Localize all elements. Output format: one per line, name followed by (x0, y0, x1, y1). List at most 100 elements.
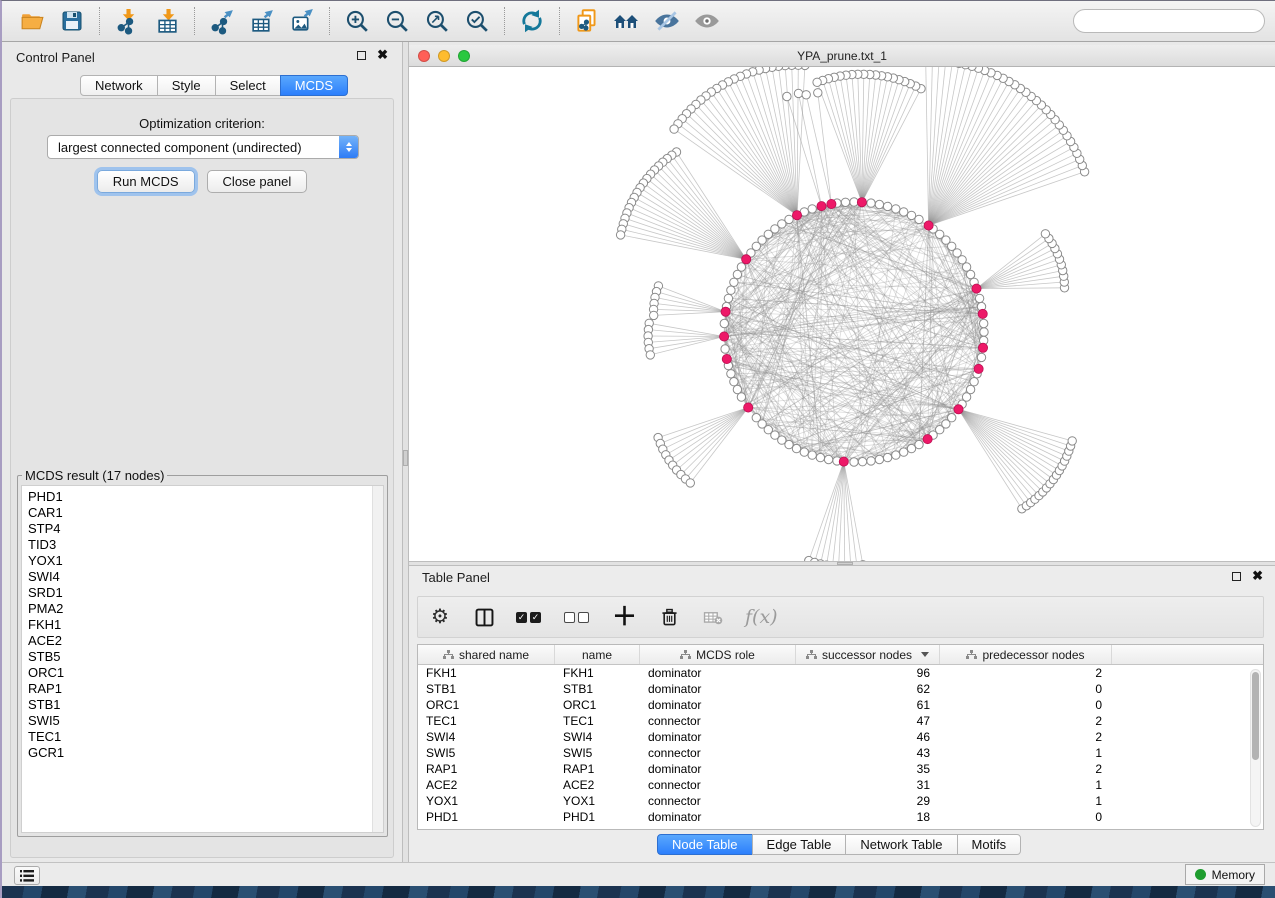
refresh-button[interactable] (512, 4, 552, 38)
mcds-result-item[interactable]: ACE2 (28, 633, 383, 649)
zoom-in-icon (344, 8, 371, 35)
chevron-down-icon (921, 652, 929, 657)
network-view[interactable] (409, 67, 1275, 561)
import-network-icon (114, 8, 141, 35)
mcds-result-item[interactable]: TID3 (28, 537, 383, 553)
mcds-result-item[interactable]: GCR1 (28, 745, 383, 761)
zoom-fit-icon (424, 8, 451, 35)
minimize-window-icon[interactable] (438, 50, 450, 62)
tab-node-table[interactable]: Node Table (657, 834, 753, 855)
tab-edge-table[interactable]: Edge Table (752, 834, 847, 855)
float-panel-icon[interactable] (357, 51, 366, 60)
export-image-button[interactable] (282, 4, 322, 38)
duplicate-network-button[interactable] (567, 4, 607, 38)
mcds-result-item[interactable]: CAR1 (28, 505, 383, 521)
mcds-result-item[interactable]: FKH1 (28, 617, 383, 633)
show-columns-button[interactable] (472, 603, 496, 631)
delete-column-button[interactable] (657, 603, 681, 631)
tab-motifs[interactable]: Motifs (957, 834, 1022, 855)
deselect-all-rows-button[interactable] (564, 603, 592, 631)
mcds-result-item[interactable]: SWI4 (28, 569, 383, 585)
close-panel-icon[interactable]: ✖ (377, 50, 388, 60)
network-window-titlebar[interactable]: YPA_prune.txt_1 (409, 45, 1275, 67)
table-row[interactable]: ACE2ACE2connector311 (418, 777, 1263, 793)
add-column-button[interactable]: ＋ (612, 603, 637, 631)
import-table-button[interactable] (147, 4, 187, 38)
show-all-button[interactable] (687, 4, 727, 38)
zoom-fit-button[interactable] (417, 4, 457, 38)
column-header-name[interactable]: name (555, 645, 640, 664)
export-network-button[interactable] (202, 4, 242, 38)
mcds-result-item[interactable]: SRD1 (28, 585, 383, 601)
maximize-window-icon[interactable] (458, 50, 470, 62)
mcds-result-item[interactable]: STP4 (28, 521, 383, 537)
mcds-result-item[interactable]: PHD1 (28, 489, 383, 505)
tab-mcds[interactable]: MCDS (280, 75, 348, 96)
open-session-button[interactable] (12, 4, 52, 38)
mcds-result-item[interactable]: YOX1 (28, 553, 383, 569)
network-graph[interactable] (409, 67, 1275, 561)
table-cell: 35 (796, 761, 940, 777)
hide-selected-button[interactable] (647, 4, 687, 38)
task-history-button[interactable] (14, 866, 40, 885)
search-input[interactable] (1088, 14, 1264, 29)
table-row[interactable]: FKH1FKH1dominator962 (418, 665, 1263, 681)
first-neighbors-button[interactable] (607, 4, 647, 38)
close-window-icon[interactable] (418, 50, 430, 62)
import-network-button[interactable] (107, 4, 147, 38)
mcds-result-item[interactable]: TEC1 (28, 729, 383, 745)
zoom-out-button[interactable] (377, 4, 417, 38)
table-cell: connector (640, 713, 796, 729)
table-cell: STB1 (418, 681, 555, 697)
float-panel-icon[interactable] (1232, 572, 1241, 581)
export-table-button[interactable] (242, 4, 282, 38)
mcds-result-item[interactable]: STB1 (28, 697, 383, 713)
table-cell: connector (640, 745, 796, 761)
mcds-result-item[interactable]: PMA2 (28, 601, 383, 617)
table-row[interactable]: YOX1YOX1connector291 (418, 793, 1263, 809)
zoom-selected-button[interactable] (457, 4, 497, 38)
optimization-dropdown[interactable]: largest connected component (undirected) (47, 135, 359, 159)
vertical-splitter[interactable] (402, 42, 409, 863)
table-row[interactable]: TEC1TEC1connector472 (418, 713, 1263, 729)
close-panel-button[interactable]: Close panel (207, 170, 308, 193)
column-header-shared-name[interactable]: shared name (418, 645, 555, 664)
zoom-in-button[interactable] (337, 4, 377, 38)
table-row[interactable]: ORC1ORC1dominator610 (418, 697, 1263, 713)
column-header-predecessor-nodes[interactable]: predecessor nodes (940, 645, 1112, 664)
table-row[interactable]: STB1STB1dominator620 (418, 681, 1263, 697)
tab-style[interactable]: Style (157, 75, 216, 96)
mcds-scrollbar[interactable] (372, 486, 383, 832)
splitter-grip[interactable] (837, 562, 853, 565)
tab-network[interactable]: Network (80, 75, 158, 96)
mcds-result-item[interactable]: SWI5 (28, 713, 383, 729)
run-mcds-button[interactable]: Run MCDS (97, 170, 195, 193)
tab-select[interactable]: Select (215, 75, 281, 96)
splitter-grip[interactable] (403, 450, 408, 466)
tab-network-table[interactable]: Network Table (845, 834, 957, 855)
table-cell: 96 (796, 665, 940, 681)
save-session-button[interactable] (52, 4, 92, 38)
column-header-MCDS-role[interactable]: MCDS role (640, 645, 796, 664)
table-row[interactable]: RAP1RAP1dominator352 (418, 761, 1263, 777)
select-all-rows-button[interactable]: ✓✓ (516, 603, 544, 631)
mcds-result-item[interactable]: STB5 (28, 649, 383, 665)
mcds-result-item[interactable]: RAP1 (28, 681, 383, 697)
table-settings-button[interactable]: ⚙ (428, 603, 452, 631)
mcds-result-item[interactable]: ORC1 (28, 665, 383, 681)
table-row[interactable]: PHD1PHD1dominator180 (418, 809, 1263, 825)
memory-button[interactable]: Memory (1185, 864, 1265, 885)
scrollbar-thumb[interactable] (1252, 672, 1259, 760)
shared-column-icon (966, 650, 977, 660)
table-scrollbar[interactable] (1250, 669, 1261, 827)
table-cell: 2 (940, 665, 1112, 681)
table-row[interactable]: SWI4SWI4dominator462 (418, 729, 1263, 745)
main-toolbar (2, 1, 1275, 42)
table-row[interactable]: SWI5SWI5connector431 (418, 745, 1263, 761)
close-panel-icon[interactable]: ✖ (1252, 571, 1263, 581)
table-cell: 46 (796, 729, 940, 745)
delete-table-button (701, 603, 725, 631)
table-cell: 1 (940, 793, 1112, 809)
column-header-successor-nodes[interactable]: successor nodes (796, 645, 940, 664)
table-cell: SWI5 (555, 745, 640, 761)
